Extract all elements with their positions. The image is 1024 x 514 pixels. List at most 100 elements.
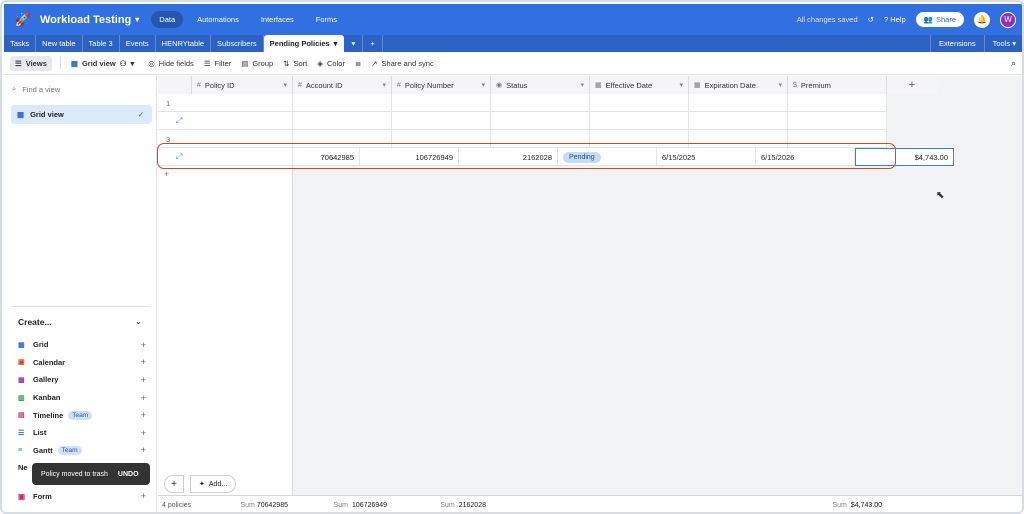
footer-account-id[interactable]: Sum 106726949 xyxy=(293,496,392,513)
sort-button[interactable]: ⇅ Sort xyxy=(283,59,307,68)
footer-policy-id[interactable]: 4 policies Sum 70642985 xyxy=(158,496,293,513)
create-gantt-view[interactable]: ≡ Gantt Team + xyxy=(18,442,146,460)
grid-cell[interactable] xyxy=(293,112,392,130)
chevron-down-icon[interactable]: ⌄ xyxy=(135,317,142,326)
column-header-premium[interactable]: $ Premium xyxy=(788,76,887,94)
row-height-button[interactable]: ≣ xyxy=(355,59,361,68)
add-row-icon[interactable]: + xyxy=(164,169,169,179)
create-calendar-view[interactable]: ▣ Calendar + xyxy=(18,354,146,372)
cell-account-id[interactable]: 106726949 xyxy=(360,148,459,166)
footer-policy-number[interactable]: Sum 2162028 xyxy=(392,496,491,513)
cell-expiration-date[interactable]: 6/15/2026 xyxy=(756,148,855,166)
add-field-button[interactable]: + xyxy=(887,76,937,94)
share-sync-button[interactable]: ↗ Share and sync xyxy=(371,59,433,68)
group-button[interactable]: ▤ Group xyxy=(241,59,273,68)
add-record-button[interactable]: + xyxy=(164,475,184,493)
search-icon[interactable]: ⌕ xyxy=(1011,58,1016,69)
share-button[interactable]: 👥 Share xyxy=(915,12,964,27)
footer-status[interactable] xyxy=(491,496,590,513)
find-view-input[interactable]: ⌕ Find a view xyxy=(12,84,60,94)
tabs-overflow-button[interactable]: ▾ xyxy=(344,35,364,52)
tab-tasks[interactable]: Tasks xyxy=(4,35,37,52)
column-header-policy-number[interactable]: # Policy Number ▾ xyxy=(392,76,491,94)
plus-icon: + xyxy=(140,491,146,501)
grid-cell[interactable] xyxy=(491,94,590,112)
nav-automations[interactable]: Automations xyxy=(189,11,247,28)
cell-effective-date[interactable]: 6/15/2025 xyxy=(657,148,756,166)
undo-button[interactable]: UNDO xyxy=(118,471,139,478)
grid-cell[interactable] xyxy=(590,130,689,148)
tab-table-3[interactable]: Table 3 xyxy=(83,35,120,52)
avatar[interactable]: W xyxy=(1000,11,1016,28)
cell-premium[interactable]: $4,743.00 xyxy=(855,148,954,166)
sidebar-item-grid-view[interactable]: ▦ Grid view ✓ xyxy=(11,105,152,124)
table-row[interactable]: 1 xyxy=(158,94,887,112)
tab-new-table[interactable]: New table xyxy=(36,35,83,52)
history-icon[interactable]: ↺ xyxy=(868,15,874,24)
create-form-view[interactable]: ▣ Form + xyxy=(18,490,146,502)
tools-button[interactable]: Tools ▾ xyxy=(983,35,1022,52)
grid-cell[interactable] xyxy=(392,112,491,130)
status-badge: Pending xyxy=(563,151,601,163)
extensions-button[interactable]: Extensions xyxy=(929,35,984,52)
grid-cell[interactable] xyxy=(491,112,590,130)
tab-events[interactable]: Events xyxy=(120,35,156,52)
timeline-icon: ▤ xyxy=(18,412,25,420)
grid-cell[interactable] xyxy=(392,94,491,112)
tab-henrytable[interactable]: HENRYtable xyxy=(156,35,212,52)
share-external-icon: ↗ xyxy=(371,58,378,68)
add-options-button[interactable]: ✦ Add... xyxy=(190,475,237,493)
hide-fields-button[interactable]: ◎ Hide fields xyxy=(148,59,194,68)
column-header-effective-date[interactable]: ▦ Effective Date ▾ xyxy=(590,76,689,94)
nav-interfaces[interactable]: Interfaces xyxy=(253,11,302,28)
create-gallery-view[interactable]: ▩ Gallery + xyxy=(18,371,146,389)
bell-icon[interactable]: 🔔 xyxy=(974,11,990,28)
base-title[interactable]: Workload Testing ▾ xyxy=(40,14,139,26)
rocket-icon[interactable]: 🚀 xyxy=(12,9,34,31)
column-header-account-id[interactable]: # Account ID ▾ xyxy=(293,76,392,94)
grid-cell[interactable] xyxy=(293,94,392,112)
footer-premium[interactable]: Sum $4,743.00 xyxy=(788,496,887,513)
create-section-title[interactable]: Create... xyxy=(18,317,52,327)
filter-button[interactable]: ☰ Filter xyxy=(204,59,231,68)
create-timeline-view[interactable]: ▤ Timeline Team + xyxy=(18,406,146,424)
grid-cell[interactable] xyxy=(590,112,689,130)
column-header-status[interactable]: ◉ Status ▾ xyxy=(491,76,590,94)
expand-record-icon[interactable]: ⤢ xyxy=(176,152,182,162)
grid-cell[interactable] xyxy=(491,130,590,148)
grid-cell[interactable] xyxy=(590,94,689,112)
table-row-selected[interactable]: ⤢ 70642985 106726949 2162028 Pending 6/1… xyxy=(158,148,954,166)
cell-policy-number[interactable]: 2162028 xyxy=(459,148,558,166)
grid-cell[interactable] xyxy=(689,112,788,130)
table-row[interactable]: 3 xyxy=(158,130,887,148)
grid-cell[interactable] xyxy=(392,130,491,148)
cell-status[interactable]: Pending xyxy=(558,148,657,166)
grid-view-switcher[interactable]: ▦ Grid view ⚇ ▾ xyxy=(71,59,134,68)
nav-data[interactable]: Data xyxy=(151,11,184,28)
table-row[interactable]: ⤢ xyxy=(158,112,887,130)
grid-cell[interactable] xyxy=(689,94,788,112)
column-header-expiration-date[interactable]: ▦ Expiration Date ▾ xyxy=(689,76,788,94)
create-grid-view[interactable]: ▦ Grid + xyxy=(18,336,146,354)
grid-cell[interactable] xyxy=(293,130,392,148)
create-list-view[interactable]: ☰ List + xyxy=(18,424,146,442)
column-header-policy-id[interactable]: # Policy ID ▾ xyxy=(192,76,293,94)
add-table-button[interactable]: + xyxy=(363,35,383,52)
grid-cell[interactable] xyxy=(788,130,887,148)
views-button[interactable]: ☰ Views xyxy=(10,55,52,71)
color-button[interactable]: ◈ Color xyxy=(317,59,345,68)
tab-pending-policies[interactable]: Pending Policies ▾ xyxy=(263,35,345,52)
grid-cell[interactable] xyxy=(788,112,887,130)
tab-subscribers[interactable]: Subscribers xyxy=(211,35,264,52)
expand-record-icon[interactable]: ⤢ xyxy=(176,116,182,126)
grid-cell[interactable] xyxy=(788,94,887,112)
create-kanban-view[interactable]: ▥ Kanban + xyxy=(18,389,146,407)
help-button[interactable]: ? Help xyxy=(884,15,906,24)
people-icon: 👥 xyxy=(923,15,933,24)
cell-policy-id[interactable]: 70642985 xyxy=(259,148,360,166)
select-all-header[interactable] xyxy=(158,76,192,94)
footer-expiration-date[interactable] xyxy=(689,496,788,513)
nav-forms[interactable]: Forms xyxy=(308,11,345,28)
grid-cell[interactable] xyxy=(689,130,788,148)
footer-effective-date[interactable] xyxy=(590,496,689,513)
